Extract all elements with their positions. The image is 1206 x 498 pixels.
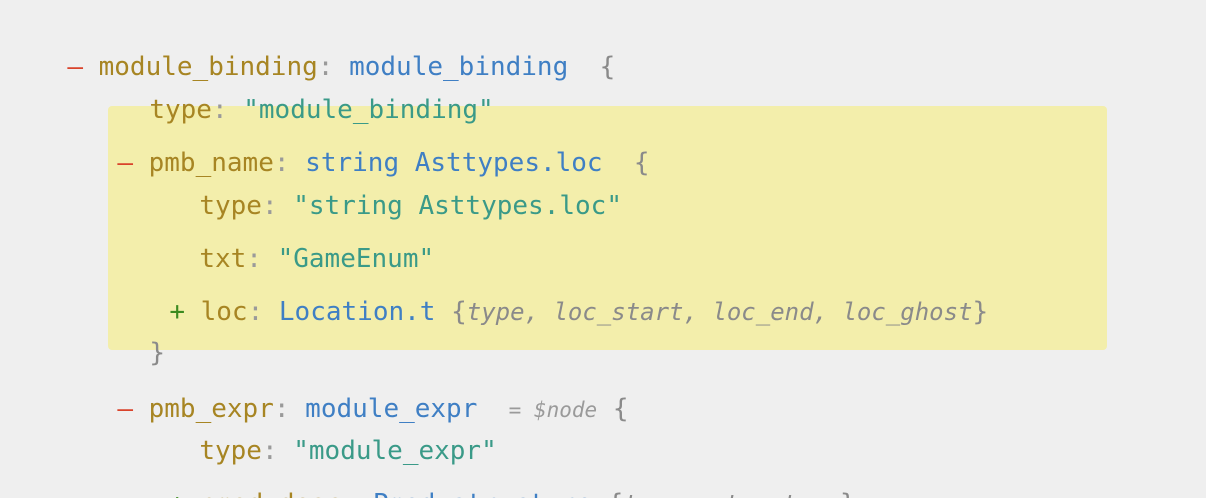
field-type: Location.t — [278, 297, 436, 327]
expand-toggle[interactable]: + — [169, 297, 185, 327]
tree-node-module-binding[interactable]: – module_binding: module_binding { — [36, 19, 615, 82]
field-type: Pmod_structure — [373, 489, 592, 498]
field-type-row[interactable]: type: "string Asttypes.loc" — [168, 158, 622, 221]
open-brace: { — [612, 394, 629, 424]
field-key: pmod_desc — [201, 489, 342, 498]
open-brace: { — [599, 52, 616, 82]
open-brace: { — [633, 148, 650, 178]
node-reference: = $node — [508, 398, 598, 422]
colon: : — [342, 489, 358, 498]
close-brace-row: } — [118, 305, 165, 368]
tree-node-pmod-desc[interactable]: + pmod_desc: Pmod_structure {type, struc… — [138, 456, 855, 498]
colon: : — [247, 297, 264, 327]
tree-node-loc[interactable]: + loc: Location.t {type, loc_start, loc_… — [138, 264, 988, 327]
field-type-row[interactable]: type: "module_expr" — [168, 403, 496, 466]
field-txt-row[interactable]: txt: "GameEnum" — [168, 211, 434, 274]
collapse-toggle[interactable]: – — [67, 52, 83, 82]
tree-node-pmb-expr[interactable]: – pmb_expr: module_expr = $node { — [86, 361, 628, 424]
collapsed-summary: {type, structure} — [608, 489, 856, 498]
field-type-row[interactable]: type: "module_binding" — [118, 62, 493, 125]
field-key: loc — [200, 297, 248, 327]
expand-toggle[interactable]: + — [169, 489, 185, 498]
collapse-toggle[interactable]: – — [117, 148, 133, 178]
collapse-toggle[interactable]: – — [117, 394, 133, 424]
tree-node-pmb-name[interactable]: – pmb_name: string Asttypes.loc { — [86, 115, 649, 178]
collapsed-summary: {type, loc_start, loc_end, loc_ghost} — [451, 297, 989, 327]
